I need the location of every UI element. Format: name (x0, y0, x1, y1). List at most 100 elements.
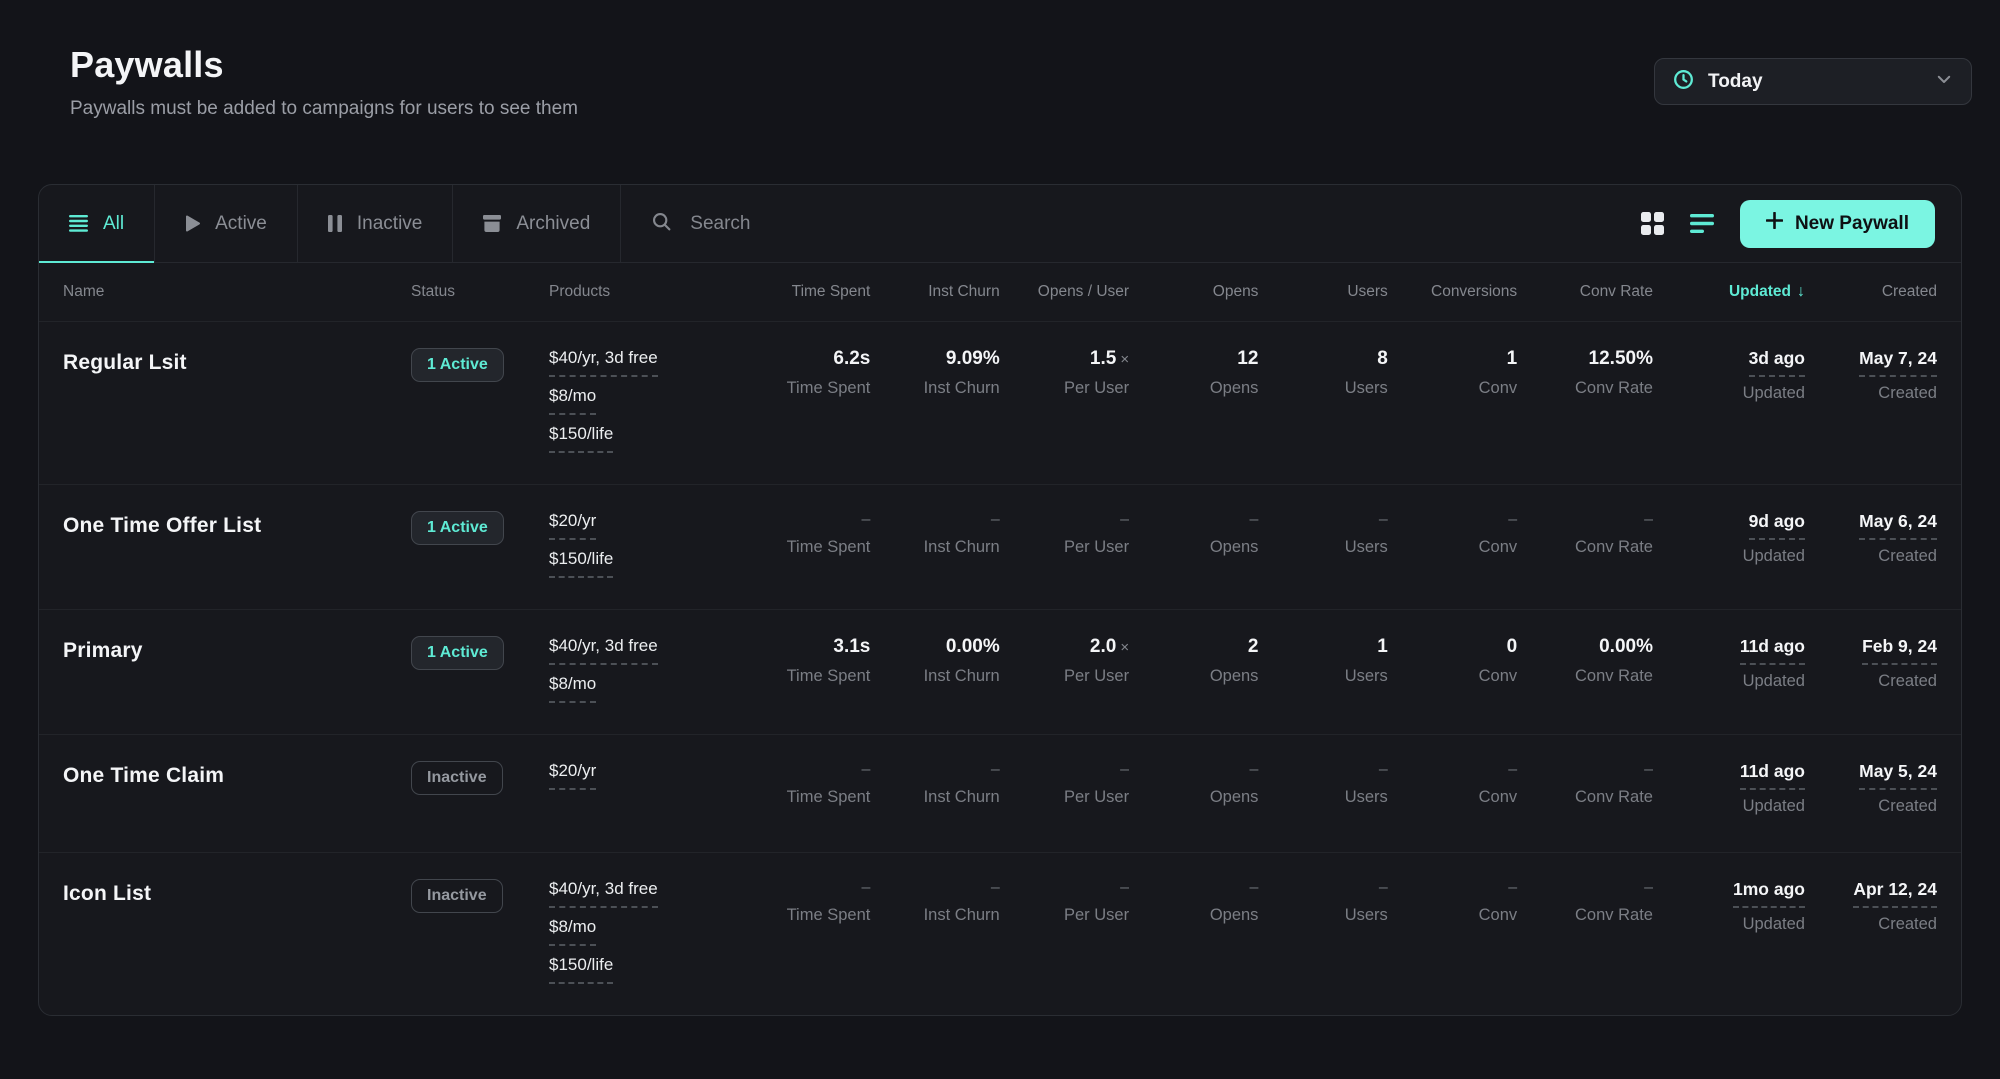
opens-per-user-metric-value: – (1000, 879, 1129, 897)
date-range-dropdown[interactable]: Today (1654, 58, 1972, 105)
column-header-products[interactable]: Products (549, 283, 741, 301)
product-price[interactable]: $8/mo (549, 917, 596, 946)
conversions-metric-value: 0 (1388, 636, 1517, 658)
column-header-time-spent[interactable]: Time Spent (741, 283, 870, 301)
opens-metric-value: – (1129, 761, 1258, 779)
updated-cell-label: Updated (1653, 384, 1805, 403)
clock-icon (1673, 69, 1694, 95)
product-price[interactable]: $150/life (549, 424, 613, 453)
created-cell-label: Created (1805, 797, 1937, 816)
tab-inactive[interactable]: Inactive (298, 185, 453, 262)
conversions-metric: 0Conv (1388, 636, 1517, 686)
inst-churn-metric-value: – (870, 761, 999, 779)
column-header-created[interactable]: Created (1805, 283, 1937, 301)
column-header-status[interactable]: Status (411, 283, 549, 301)
name-cell: Primary (63, 636, 411, 663)
created-cell-value[interactable]: Feb 9, 24 (1862, 636, 1937, 665)
tab-archived[interactable]: Archived (453, 185, 621, 262)
inst-churn-metric-value: 9.09% (870, 348, 999, 370)
opens-per-user-metric-label: Per User (1000, 788, 1129, 807)
updated-cell-value[interactable]: 11d ago (1740, 636, 1805, 665)
new-paywall-button[interactable]: New Paywall (1740, 200, 1935, 248)
product-price[interactable]: $20/yr (549, 511, 596, 540)
updated-cell-value[interactable]: 9d ago (1749, 511, 1805, 540)
conv-rate-metric-label: Conv Rate (1517, 788, 1653, 807)
conversions-metric: –Conv (1388, 879, 1517, 925)
time-spent-metric: 3.1sTime Spent (741, 636, 870, 686)
users-metric-value: – (1258, 761, 1387, 779)
inst-churn-metric: –Inst Churn (870, 511, 999, 557)
conv-rate-metric-label: Conv Rate (1517, 538, 1653, 557)
opens-metric-value: – (1129, 511, 1258, 529)
opens-metric-label: Opens (1129, 667, 1258, 686)
updated-cell-value[interactable]: 11d ago (1740, 761, 1805, 790)
opens-metric-label: Opens (1129, 379, 1258, 398)
table-header-row: Name Status Products Time Spent Inst Chu… (39, 263, 1961, 321)
conversions-metric-value: 1 (1388, 348, 1517, 370)
paywalls-panel: All Active Inactive Archived (38, 184, 1962, 1016)
list-view-icon[interactable] (1690, 214, 1714, 233)
product-price[interactable]: $150/life (549, 955, 613, 984)
conv-rate-metric-label: Conv Rate (1517, 379, 1653, 398)
opens-metric: –Opens (1129, 761, 1258, 807)
users-metric-value: 1 (1258, 636, 1387, 658)
created-cell-value[interactable]: May 6, 24 (1859, 511, 1937, 540)
column-header-conv-rate[interactable]: Conv Rate (1517, 283, 1653, 301)
product-price[interactable]: $40/yr, 3d free (549, 636, 658, 665)
column-header-users[interactable]: Users (1258, 283, 1387, 301)
updated-cell: 11d agoUpdated (1653, 761, 1805, 816)
users-metric-label: Users (1258, 788, 1387, 807)
tab-active[interactable]: Active (155, 185, 298, 262)
conv-rate-metric-label: Conv Rate (1517, 667, 1653, 686)
opens-metric-label: Opens (1129, 538, 1258, 557)
grid-view-icon[interactable] (1641, 212, 1664, 235)
created-cell: Feb 9, 24 Created (1805, 636, 1937, 691)
product-price[interactable]: $40/yr, 3d free (549, 879, 658, 908)
time-spent-metric-label: Time Spent (741, 906, 870, 925)
column-header-opens[interactable]: Opens (1129, 283, 1258, 301)
created-cell-value[interactable]: May 7, 24 (1859, 348, 1937, 377)
inst-churn-metric-label: Inst Churn (870, 379, 999, 398)
conv-rate-metric-value: 12.50% (1517, 348, 1653, 370)
table-row[interactable]: Regular Lsit1 Active$40/yr, 3d free$8/mo… (39, 321, 1961, 484)
time-spent-metric-label: Time Spent (741, 379, 870, 398)
users-metric: – Users (1258, 761, 1387, 807)
column-header-opens-per-user[interactable]: Opens / User (1000, 283, 1129, 301)
time-spent-metric: 6.2sTime Spent (741, 348, 870, 398)
created-cell-label: Created (1805, 547, 1937, 566)
table-row[interactable]: One Time Offer List1 Active$20/yr$150/li… (39, 484, 1961, 609)
created-cell-value[interactable]: May 5, 24 (1859, 761, 1937, 790)
conversions-metric: –Conv (1388, 761, 1517, 807)
table-row[interactable]: Icon ListInactive$40/yr, 3d free$8/mo$15… (39, 852, 1961, 1015)
time-spent-metric-value: – (741, 511, 870, 529)
column-header-conversions[interactable]: Conversions (1388, 283, 1517, 301)
created-cell-value[interactable]: Apr 12, 24 (1853, 879, 1937, 908)
product-price[interactable]: $40/yr, 3d free (549, 348, 658, 377)
inst-churn-metric-value: – (870, 511, 999, 529)
product-price[interactable]: $8/mo (549, 386, 596, 415)
opens-per-user-metric-value: 1.5× (1000, 348, 1129, 370)
tab-all[interactable]: All (39, 185, 155, 262)
column-header-name[interactable]: Name (63, 283, 411, 301)
updated-cell-value[interactable]: 3d ago (1749, 348, 1805, 377)
sort-descending-icon: ↓ (1797, 283, 1805, 301)
search-input[interactable] (690, 213, 1611, 235)
created-cell: May 6, 24 Created (1805, 511, 1937, 566)
table-row[interactable]: Primary1 Active$40/yr, 3d free$8/mo3.1sT… (39, 609, 1961, 734)
tab-label: Archived (516, 213, 590, 235)
inst-churn-metric-value: – (870, 879, 999, 897)
column-header-updated[interactable]: Updated ↓ (1653, 283, 1805, 301)
archive-icon (483, 215, 501, 232)
column-header-inst-churn[interactable]: Inst Churn (870, 283, 999, 301)
conversions-metric-value: – (1388, 879, 1517, 897)
multiplier-suffix: × (1120, 351, 1129, 368)
table-row[interactable]: One Time ClaimInactive$20/yr–Time Spent–… (39, 734, 1961, 852)
updated-cell-value[interactable]: 1mo ago (1733, 879, 1805, 908)
product-price[interactable]: $20/yr (549, 761, 596, 790)
time-spent-metric-value: 3.1s (741, 636, 870, 658)
users-metric-label: Users (1258, 667, 1387, 686)
created-cell-label: Created (1805, 672, 1937, 691)
created-cell: May 5, 24 Created (1805, 761, 1937, 816)
product-price[interactable]: $150/life (549, 549, 613, 578)
product-price[interactable]: $8/mo (549, 674, 596, 703)
